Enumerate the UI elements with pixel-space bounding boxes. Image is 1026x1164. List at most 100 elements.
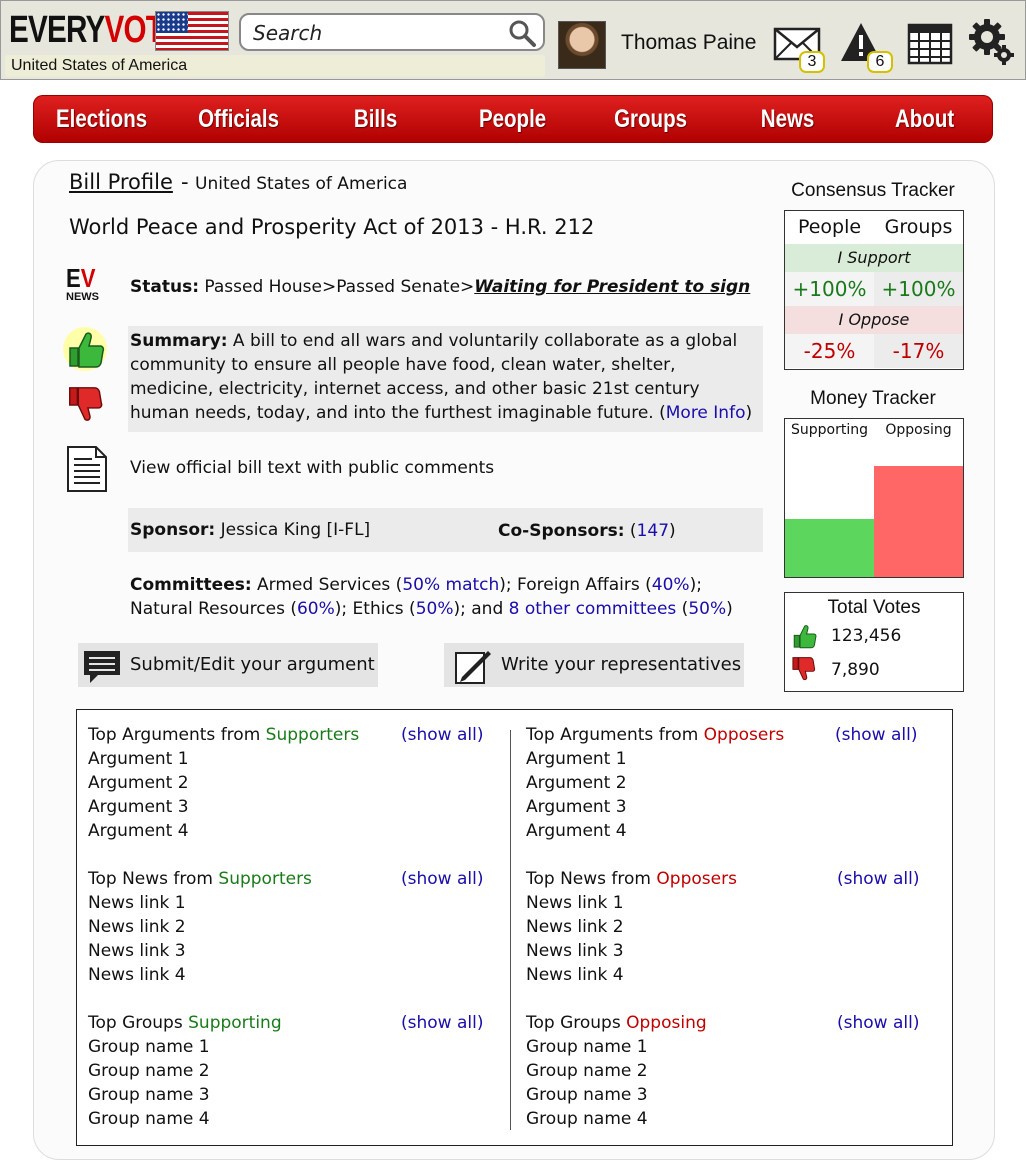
write-representatives-label: Write your representatives: [501, 654, 742, 675]
list-item[interactable]: News link 3: [526, 939, 926, 963]
thumbs-up-small-icon: [793, 625, 817, 649]
top-arguments-supporters: Top Arguments from Supporters (show all) …: [88, 723, 488, 843]
thumbs-up-icon[interactable]: [62, 326, 108, 372]
bill-summary: Summary: A bill to end all wars and volu…: [128, 326, 763, 432]
bill-status: Status: Passed House>Passed Senate>Waiti…: [130, 277, 750, 297]
list-item[interactable]: Group name 4: [88, 1107, 488, 1131]
show-all-link[interactable]: (show all): [401, 723, 483, 747]
avatar[interactable]: [558, 21, 606, 69]
more-info-open-paren: (: [659, 403, 666, 423]
oppose-groups-value: -17%: [874, 334, 963, 368]
list-item[interactable]: Group name 4: [526, 1107, 926, 1131]
list-item[interactable]: Group name 2: [526, 1059, 926, 1083]
list-item[interactable]: Argument 4: [526, 819, 926, 843]
thumbs-down-icon[interactable]: [64, 384, 108, 428]
committee-4-match[interactable]: 50%: [416, 599, 454, 619]
bill-country: United States of America: [195, 174, 408, 194]
nav-bills[interactable]: Bills: [320, 95, 432, 143]
alert-count-badge: 6: [867, 51, 893, 73]
list-item[interactable]: Argument 3: [526, 795, 926, 819]
nav-people[interactable]: People: [457, 95, 569, 143]
committees-label: Committees:: [130, 575, 252, 595]
list-item[interactable]: News link 4: [526, 963, 926, 987]
list-item[interactable]: Argument 1: [526, 747, 926, 771]
list-item[interactable]: Group name 3: [88, 1083, 488, 1107]
list-item[interactable]: News link 1: [526, 891, 926, 915]
more-info-close-paren: ): [745, 403, 753, 423]
committee-4: Ethics: [352, 599, 404, 619]
nav-about[interactable]: About: [868, 95, 980, 143]
cosponsors-count-link[interactable]: 147: [637, 521, 669, 541]
committee-1-match[interactable]: 50% match: [402, 575, 499, 595]
status-current[interactable]: Waiting for President to sign: [474, 277, 750, 297]
total-votes-down: 7,890: [831, 660, 880, 680]
nav-officials[interactable]: Officials: [182, 95, 294, 143]
nav-elections[interactable]: Elections: [45, 95, 157, 143]
cosponsors-close-paren: ): [669, 521, 676, 541]
heading-word: Opposers: [703, 725, 785, 745]
summary-label: Summary:: [130, 331, 228, 351]
list-item[interactable]: Argument 2: [526, 771, 926, 795]
list-item[interactable]: News link 3: [88, 939, 488, 963]
heading-prefix: Top Groups: [526, 1013, 621, 1033]
list-item[interactable]: Group name 1: [526, 1035, 926, 1059]
committee-1: Armed Services: [257, 575, 391, 595]
country-label[interactable]: United States of America: [5, 55, 545, 77]
search-box[interactable]: [239, 13, 545, 51]
show-all-link[interactable]: (show all): [835, 723, 917, 747]
user-name[interactable]: Thomas Paine: [621, 31, 756, 55]
settings-gear-icon[interactable]: [967, 17, 1019, 69]
search-icon[interactable]: [507, 18, 537, 48]
list-item[interactable]: Argument 1: [88, 747, 488, 771]
show-all-link[interactable]: (show all): [401, 867, 483, 891]
heading-prefix: Top News from: [88, 869, 213, 889]
list-item[interactable]: Argument 2: [88, 771, 488, 795]
top-arguments-opposers: Top Arguments from Opposers (show all) Ar…: [526, 723, 926, 843]
mail-count-badge: 3: [799, 51, 825, 73]
list-item[interactable]: News link 2: [88, 915, 488, 939]
committee-2-match[interactable]: 40%: [652, 575, 690, 595]
ev-news-icon-v: V: [80, 263, 96, 293]
total-votes-up: 123,456: [831, 626, 902, 646]
support-row-label: I Support: [785, 244, 963, 272]
document-icon[interactable]: [66, 445, 108, 493]
list-item[interactable]: Argument 4: [88, 819, 488, 843]
sponsor-name[interactable]: Jessica King [I-FL]: [221, 520, 371, 540]
support-people-value: +100%: [785, 272, 874, 306]
calendar-icon[interactable]: [905, 19, 957, 71]
top-groups-opposing: Top Groups Opposing (show all) Group name…: [526, 1011, 926, 1131]
bill-profile-link[interactable]: Bill Profile: [69, 170, 173, 194]
other-committees-match[interactable]: 50%: [688, 599, 726, 619]
list-item[interactable]: Group name 2: [88, 1059, 488, 1083]
money-supporting-bar: [785, 519, 874, 577]
consensus-tracker: People Groups I Support +100% +100% I Op…: [784, 210, 964, 370]
column-divider: [510, 730, 511, 1130]
show-all-link[interactable]: (show all): [837, 1011, 919, 1035]
submit-argument-button[interactable]: Submit/Edit your argument: [78, 643, 378, 687]
more-info-link[interactable]: More Info: [666, 403, 746, 423]
nav-groups[interactable]: Groups: [594, 95, 706, 143]
logo-every: EVERY: [9, 9, 105, 51]
committee-2: Foreign Affairs: [517, 575, 640, 595]
list-item[interactable]: News link 4: [88, 963, 488, 987]
support-groups-value: +100%: [874, 272, 963, 306]
list-item[interactable]: News link 1: [88, 891, 488, 915]
bill-text-link[interactable]: View official bill text with public comm…: [130, 458, 494, 478]
list-item[interactable]: News link 2: [526, 915, 926, 939]
committee-3-match[interactable]: 60%: [297, 599, 335, 619]
committee-3: Natural Resources: [130, 599, 285, 619]
search-input[interactable]: [253, 21, 503, 45]
nav-news[interactable]: News: [731, 95, 843, 143]
heading-prefix: Top Groups: [88, 1013, 183, 1033]
list-item[interactable]: Group name 1: [88, 1035, 488, 1059]
write-representatives-button[interactable]: Write your representatives: [444, 643, 744, 687]
list-item[interactable]: Argument 3: [88, 795, 488, 819]
status-steps: Passed House>Passed Senate>: [204, 277, 475, 297]
total-votes: Total Votes 123,456 7,890: [784, 592, 964, 692]
other-committees-link[interactable]: 8 other committees: [509, 599, 677, 619]
show-all-link[interactable]: (show all): [837, 867, 919, 891]
heading-prefix: Top Arguments from: [88, 725, 261, 745]
show-all-link[interactable]: (show all): [401, 1011, 483, 1035]
ev-news-icon[interactable]: EV NEWS: [66, 265, 106, 309]
list-item[interactable]: Group name 3: [526, 1083, 926, 1107]
